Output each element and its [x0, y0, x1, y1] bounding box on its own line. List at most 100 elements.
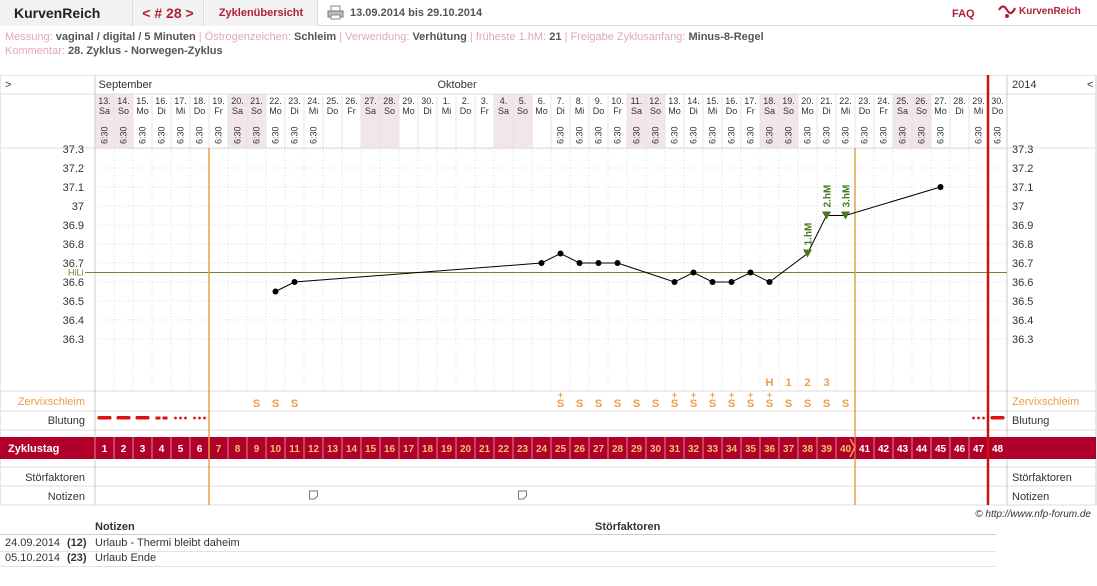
- cervix-symbol: S: [633, 398, 640, 410]
- day-number: 24.: [307, 96, 320, 106]
- day-number: 17.: [174, 96, 187, 106]
- day-number: 19.: [212, 96, 225, 106]
- measure-time: 6:30: [233, 126, 243, 144]
- cervix-peak-mark: 3: [823, 377, 829, 389]
- info-line-2: Kommentar: 28. Zyklus - Norwegen-Zyklus: [5, 44, 1095, 58]
- cervix-plus: +: [672, 390, 677, 400]
- app-title[interactable]: KurvenReich: [0, 0, 133, 26]
- y-tick-label: 36.3: [63, 334, 84, 346]
- info-line-1: Messung: vaginal / digital / 5 Minuten |…: [5, 30, 1095, 44]
- weekday: Do: [327, 106, 339, 116]
- temperature-point: [766, 279, 773, 285]
- stoerfaktoren-label-right: Störfaktoren: [1012, 472, 1072, 484]
- month-label: Oktober: [438, 79, 477, 91]
- cycle-day-number: 16: [384, 444, 396, 455]
- weekday: Mo: [269, 106, 282, 116]
- day-number: 21.: [820, 96, 833, 106]
- day-number: 9.: [595, 96, 603, 106]
- day-number: 25.: [896, 96, 909, 106]
- cycle-day-number: 21: [479, 444, 491, 455]
- day-number: 18.: [763, 96, 776, 106]
- day-number: 23.: [858, 96, 871, 106]
- weekday: Mo: [668, 106, 681, 116]
- day-number: 20.: [231, 96, 244, 106]
- day-number: 5.: [519, 96, 527, 106]
- logo[interactable]: KurvenReich: [997, 4, 1097, 20]
- cycle-day-number: 25: [555, 444, 567, 455]
- day-number: 27.: [364, 96, 377, 106]
- oestrogen-value: Schleim: [294, 31, 337, 43]
- cycle-day-number: 28: [612, 444, 624, 455]
- cycle-day-number: 20: [460, 444, 472, 455]
- weekday: Fr: [214, 106, 223, 116]
- day-number: 29.: [402, 96, 415, 106]
- day-number: 27.: [934, 96, 947, 106]
- weekday: Di: [290, 106, 299, 116]
- cycle-day-number: 40: [840, 444, 852, 455]
- day-number: 20.: [801, 96, 814, 106]
- weekday: Di: [157, 106, 166, 116]
- bleeding-medium-mark: [155, 416, 161, 420]
- temperature-point: [538, 260, 545, 266]
- weekday: Mi: [974, 106, 984, 116]
- measure-time: 6:30: [898, 126, 908, 144]
- measure-time: 6:30: [309, 126, 319, 144]
- cycle-day-number: 34: [726, 444, 738, 455]
- weekday: Mo: [801, 106, 814, 116]
- bleeding-heavy-mark: [97, 416, 112, 420]
- freigabe-label: Freigabe Zyklusanfang:: [570, 31, 686, 43]
- hm-label: 1.hM: [804, 223, 815, 246]
- cycle-info: Messung: vaginal / digital / 5 Minuten |…: [5, 30, 1095, 58]
- zyklustag-band: [0, 437, 1096, 459]
- measure-time: 6:30: [784, 126, 794, 144]
- faq-link[interactable]: FAQ: [952, 8, 975, 20]
- copyright[interactable]: © http://www.nfp-forum.de: [975, 509, 1091, 520]
- weekday: Fr: [746, 106, 755, 116]
- weekday: Mi: [309, 106, 319, 116]
- bleeding-light-mark: [982, 416, 985, 420]
- cycle-day-number: 7: [216, 444, 222, 455]
- cervix-symbol: S: [576, 398, 583, 410]
- y-tick-label: 36.4: [63, 315, 84, 327]
- cycle-day-number: 8: [235, 444, 241, 455]
- day-number: 22.: [839, 96, 852, 106]
- cervix-plus: +: [748, 390, 753, 400]
- weekday: Sa: [99, 106, 110, 116]
- temperature-point: [557, 250, 564, 257]
- cervix-symbol: S: [785, 398, 792, 410]
- cycle-day-number: 23: [517, 444, 529, 455]
- y-tick-label: 36.8: [63, 239, 84, 251]
- cervix-symbol: S: [272, 398, 279, 410]
- kommentar-value: 28. Zyklus - Norwegen-Zyklus: [67, 45, 223, 57]
- measure-time: 6:30: [689, 126, 699, 144]
- temperature-point: [576, 260, 583, 266]
- month-label: September: [99, 79, 153, 91]
- cycle-day-number: 33: [707, 444, 719, 455]
- messung-value: vaginal / digital / 5 Minuten: [55, 31, 196, 43]
- measure-time: 6:30: [936, 126, 946, 144]
- verwendung-label: Verwendung:: [345, 31, 410, 43]
- measure-time: 6:30: [917, 126, 927, 144]
- cycle-nav[interactable]: < # 28 >: [133, 0, 204, 26]
- y-tick-label-right: 36.8: [1012, 239, 1033, 251]
- weekday: Sa: [232, 106, 243, 116]
- messung-label: Messung:: [5, 31, 53, 43]
- temperature-point: [595, 260, 602, 266]
- notizen-label: Notizen: [48, 491, 85, 503]
- stoerfaktoren-header: Störfaktoren: [595, 521, 661, 533]
- cycle-overview-tab[interactable]: Zyklenübersicht: [205, 0, 318, 26]
- cycle-day-number: 18: [422, 444, 434, 455]
- bleeding-light-mark: [174, 416, 177, 420]
- day-number: 17.: [744, 96, 757, 106]
- bleeding-light-mark: [179, 416, 182, 420]
- measure-time: 6:30: [556, 126, 566, 144]
- print-icon[interactable]: [327, 5, 344, 20]
- weekday: Mi: [841, 106, 851, 116]
- weekday: So: [916, 106, 927, 116]
- day-number: 19.: [782, 96, 795, 106]
- separator: |: [339, 31, 343, 43]
- day-number: 30.: [991, 96, 1004, 106]
- cycle-day-number: 6: [197, 444, 203, 455]
- notizen-label-right: Notizen: [1012, 491, 1049, 503]
- zyklustag-label: Zyklustag: [8, 443, 59, 455]
